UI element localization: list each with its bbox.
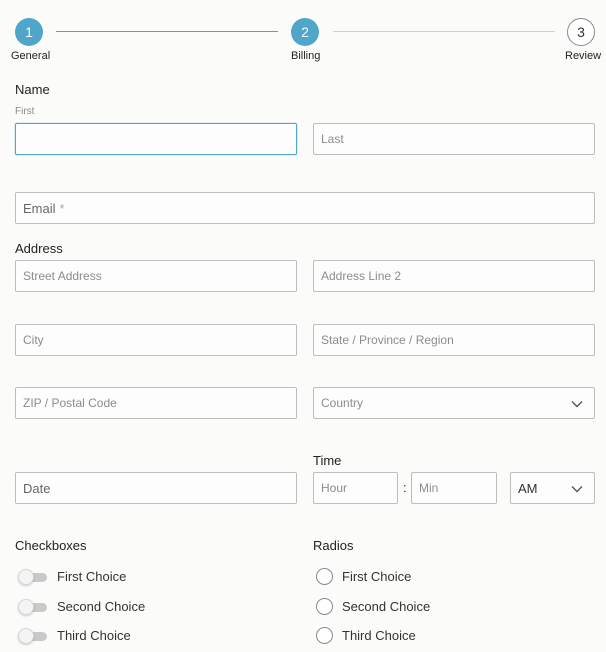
toggle-knob xyxy=(18,599,34,615)
chevron-down-icon xyxy=(571,401,583,408)
radio-first-choice[interactable] xyxy=(316,568,333,585)
hour-placeholder: Hour xyxy=(321,481,348,495)
street-address-input[interactable]: Street Address xyxy=(15,260,297,292)
checkboxes-label: Checkboxes xyxy=(15,538,87,553)
time-separator: : xyxy=(403,480,407,495)
country-select[interactable]: Country xyxy=(313,387,595,419)
radios-label: Radios xyxy=(313,538,354,553)
zip-input[interactable]: ZIP / Postal Code xyxy=(15,387,297,419)
step-1-indicator[interactable]: 1 xyxy=(15,18,43,46)
step-3-indicator[interactable]: 3 xyxy=(567,18,595,46)
address-line-2-input[interactable]: Address Line 2 xyxy=(313,260,595,292)
checkbox-option-label: Second Choice xyxy=(57,599,146,614)
address-line-2-placeholder: Address Line 2 xyxy=(321,269,402,283)
step-1-number: 1 xyxy=(25,24,33,40)
city-input[interactable]: City xyxy=(15,324,297,356)
step-3-label: Review xyxy=(565,50,602,62)
last-name-placeholder: Last xyxy=(321,132,344,146)
step-2-label: Billing xyxy=(291,50,321,62)
step-connector-pending xyxy=(333,31,555,32)
date-input[interactable]: Date xyxy=(15,472,297,504)
minute-placeholder: Min xyxy=(419,481,439,495)
ampm-value: AM xyxy=(518,480,538,496)
toggle-first-choice[interactable] xyxy=(18,569,48,585)
radio-option-label: Second Choice xyxy=(342,599,431,614)
first-name-input[interactable] xyxy=(15,123,297,155)
toggle-knob xyxy=(18,628,34,644)
address-label: Address xyxy=(15,241,63,256)
zip-placeholder: ZIP / Postal Code xyxy=(23,396,117,410)
street-address-placeholder: Street Address xyxy=(23,269,102,283)
radio-option-label: Third Choice xyxy=(342,628,416,643)
radio-third-choice[interactable] xyxy=(316,627,333,644)
date-placeholder: Date xyxy=(23,480,51,496)
last-name-input[interactable]: Last xyxy=(313,123,595,155)
country-placeholder: Country xyxy=(321,396,364,410)
radio-option-label: First Choice xyxy=(342,569,412,584)
required-marker: * xyxy=(59,200,65,216)
first-name-sublabel: First xyxy=(15,106,35,117)
step-2-number: 2 xyxy=(301,24,309,40)
ampm-select[interactable]: AM xyxy=(510,472,595,504)
hour-input[interactable]: Hour xyxy=(313,472,398,504)
minute-input[interactable]: Min xyxy=(411,472,497,504)
city-placeholder: City xyxy=(23,333,44,347)
chevron-down-icon xyxy=(571,486,583,493)
step-connector-completed xyxy=(56,31,278,32)
checkbox-option-label: Third Choice xyxy=(57,628,131,643)
state-placeholder: State / Province / Region xyxy=(321,333,454,347)
email-placeholder: Email xyxy=(23,200,56,216)
radio-second-choice[interactable] xyxy=(316,598,333,615)
toggle-knob xyxy=(18,569,34,585)
state-input[interactable]: State / Province / Region xyxy=(313,324,595,356)
name-label: Name xyxy=(15,82,50,97)
email-input[interactable]: Email * xyxy=(15,192,595,224)
step-2-indicator[interactable]: 2 xyxy=(291,18,319,46)
toggle-third-choice[interactable] xyxy=(18,628,48,644)
checkbox-option-label: First Choice xyxy=(57,569,127,584)
toggle-second-choice[interactable] xyxy=(18,599,48,615)
time-label: Time xyxy=(313,453,342,468)
step-1-label: General xyxy=(11,50,51,62)
step-3-number: 3 xyxy=(577,24,585,40)
